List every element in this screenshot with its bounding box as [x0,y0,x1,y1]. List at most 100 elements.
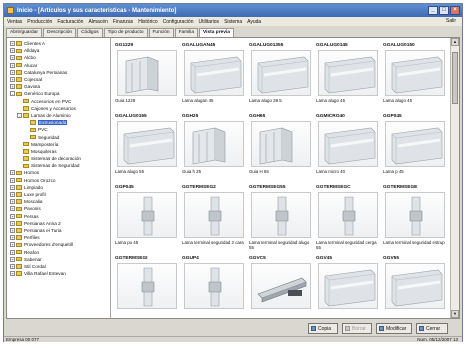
tree-item[interactable]: Sistemas de decoración [7,155,110,162]
product-thumbnail[interactable]: GGALUGAN45 Lama alugan 45 [182,42,245,110]
expand-icon[interactable]: + [10,199,15,205]
tree-item[interactable]: + Clientes A [7,40,110,47]
scroll-up-icon[interactable]: ▲ [451,38,459,46]
product-thumbnail[interactable]: GGALUG0155 Lama alugo 55 [115,113,178,181]
expand-icon[interactable]: + [10,235,15,241]
tree-item[interactable]: + Pavonis [7,205,110,212]
tree-item[interactable]: PVC [7,126,110,133]
tree-item[interactable]: + Alucar [7,62,110,69]
tree-item[interactable]: Extrusionada [7,119,110,126]
tree-item[interactable]: + Sabenar [7,256,110,263]
tree-item[interactable]: + Hornos [7,169,110,176]
expand-icon[interactable]: + [10,206,15,212]
delete-button[interactable]: Borrar [342,323,372,334]
expand-icon[interactable]: + [10,263,15,269]
tree-item[interactable]: + Alcbo [7,54,110,61]
expand-icon[interactable]: + [10,220,15,226]
category-tree[interactable]: + Clientes A + Alldaya + Alcbo + Alucar + Catalun… [7,38,111,318]
product-thumbnail[interactable]: GGTERMSEG2 Lama terminal seguridad 2 cara [182,184,245,252]
expand-icon[interactable]: + [10,213,15,219]
expand-icon[interactable]: + [10,69,15,75]
menu-item-produccion[interactable]: Producción [27,19,52,25]
tree-item[interactable]: + Limpiado [7,184,110,191]
menu-item-finanzas[interactable]: Finanzas [113,19,133,25]
tab-codigos[interactable]: Códigos [77,28,103,37]
product-thumbnail[interactable]: GGV55 [383,255,446,318]
product-thumbnail[interactable]: GGTERMSEGE Lama terminal seguridad estrup [383,184,446,252]
expand-icon[interactable]: + [10,77,15,83]
product-thumbnail[interactable]: GGH25 Guia h 25 [182,113,245,181]
expand-icon[interactable]: + [10,170,15,176]
product-thumbnail[interactable]: GGTERMSEGC Lama terminal seguridad cerga … [316,184,379,252]
product-thumbnail[interactable]: GG1229 Guia 1229 [115,42,178,110]
close-window-button[interactable]: × [450,6,460,15]
expand-icon[interactable]: + [10,192,15,198]
tree-item[interactable]: Mampostería [7,141,110,148]
expand-icon[interactable]: + [10,41,15,47]
tab-funcion[interactable]: Función [148,28,174,37]
product-thumbnail[interactable]: GGP045 Lama po 45 [115,184,178,252]
tab-abrir-guardar[interactable]: Abrir/guardar [6,28,42,37]
tree-item[interactable]: + Catalunya Persianas [7,69,110,76]
tree-item[interactable]: + Reafon [7,248,110,255]
expand-icon[interactable]: + [10,271,15,277]
menu-item-sistema[interactable]: Sistema [224,19,242,25]
product-thumbnail[interactable]: GGALUG0145 Lama alugo 45 [316,42,379,110]
tree-item[interactable]: Cajones y Accesorios [7,105,110,112]
menu-item-almacen[interactable]: Almacén [88,19,107,25]
tree-item[interactable]: - Lamas de Aluminio [7,112,110,119]
tree-item[interactable]: + Gaviota [7,83,110,90]
grid-scrollbar[interactable]: ▲ ▼ [450,38,459,318]
product-thumbnail[interactable]: GGV45 [316,255,379,318]
tree-item[interactable]: Sistemas de Seguridad [7,162,110,169]
close-button[interactable]: Cerrar [416,323,448,334]
minimize-button[interactable]: _ [428,6,438,15]
product-thumbnail[interactable]: GGALUG01355 Lama alugo 39.5 [249,42,312,110]
expand-icon[interactable]: + [10,242,15,248]
tab-vista-previa[interactable]: Vista previa [199,28,234,37]
menu-item-facturacion[interactable]: Facturación [57,19,83,25]
tree-item[interactable]: + Moscalia [7,198,110,205]
tree-item[interactable]: Accesorios en PVC [7,98,110,105]
menu-item-salir[interactable]: Salir [446,18,456,24]
menu-item-ventas[interactable]: Ventas [7,19,22,25]
tree-item[interactable]: + Cojecsal [7,76,110,83]
expand-icon[interactable]: + [10,84,15,90]
tree-item[interactable]: + Luxe profil [7,191,110,198]
menu-item-utilitarios[interactable]: Utilitarios [199,19,220,25]
expand-icon[interactable]: + [10,48,15,54]
expand-icon[interactable]: + [10,249,15,255]
tab-familia[interactable]: Familia [174,28,199,37]
product-thumbnail[interactable]: GGP045 Lama p 45 [383,113,446,181]
expand-icon[interactable]: + [10,55,15,61]
tab-tipo-producto[interactable]: Tipo de producto [103,28,148,37]
menu-item-historico[interactable]: Histórico [138,19,157,25]
menu-item-ayuda[interactable]: Ayuda [247,19,261,25]
expand-icon[interactable]: + [10,62,15,68]
product-thumbnail[interactable]: GGTERMSEGI [115,255,178,318]
product-thumbnail[interactable]: GGVC5 [249,255,312,318]
modify-button[interactable]: Modificar [376,323,412,334]
tree-item[interactable]: + Villa Rafael Estevan [7,270,110,277]
product-thumbnail[interactable]: GGUP4 [182,255,245,318]
maximize-button[interactable]: □ [439,6,449,15]
scrollbar-thumb[interactable] [452,52,458,104]
menu-item-configuracion[interactable]: Configuración [163,19,194,25]
product-thumbnail[interactable]: GGTERMSEG55 Lama terminal seguridad alugo… [249,184,312,252]
tree-item[interactable]: + Persianas Anna 2 [7,220,110,227]
tree-item[interactable]: + Alldaya [7,47,110,54]
tree-item[interactable]: Mosquiteras [7,148,110,155]
tree-item[interactable]: + Stil Cordal [7,263,110,270]
product-thumbnail[interactable]: GGH65 Guia H 65 [249,113,312,181]
expand-icon[interactable]: + [10,177,15,183]
tab-descripcion[interactable]: Descripción [43,28,77,37]
tree-item[interactable]: + Persianas el Turia [7,227,110,234]
scroll-down-icon[interactable]: ▼ [451,310,459,318]
tree-item[interactable]: + Proveedores d'enquetill [7,241,110,248]
tree-item[interactable]: + Persas [7,213,110,220]
expand-icon[interactable]: + [10,184,15,190]
product-thumbnail[interactable]: GGMICRO40 Lama micro 40 [316,113,379,181]
expand-icon[interactable]: + [10,227,15,233]
copy-button[interactable]: Copia [308,323,338,334]
tree-item[interactable]: - Genérico Europa [7,90,110,97]
